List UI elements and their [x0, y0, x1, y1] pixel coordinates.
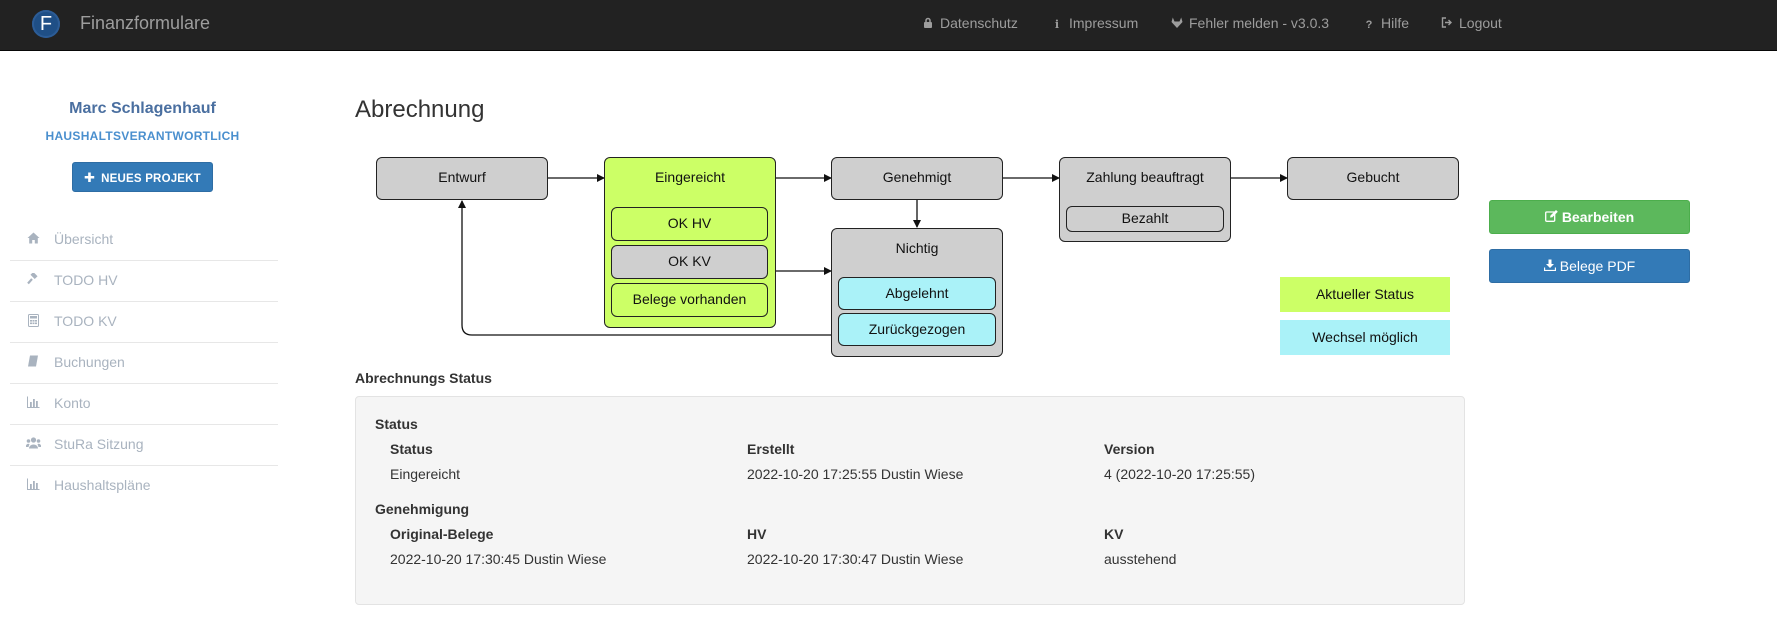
state-entwurf-label: Entwurf [438, 169, 486, 185]
state-nichtig-label: Nichtig [895, 240, 939, 256]
legend-possible-label: Wechsel möglich [1312, 329, 1418, 345]
kv-value: ausstehend [1104, 551, 1177, 567]
substate-belege-vorhanden: Belege vorhanden [611, 283, 768, 317]
substate-ok-hv-label: OK HV [667, 215, 712, 231]
substate-zurueckgezogen-label: Zurückgezogen [868, 321, 966, 337]
belege-pdf-button[interactable]: Belege PDF [1489, 249, 1690, 283]
state-eingereicht-label: Eingereicht [654, 169, 726, 185]
edit-button[interactable]: Bearbeiten [1489, 200, 1690, 234]
state-gebucht-label: Gebucht [1346, 169, 1400, 185]
version-col-value: 4 (2022-10-20 17:25:55) [1104, 466, 1255, 482]
state-genehmigt-label: Genehmigt [882, 169, 952, 185]
legend-current-status: Aktueller Status [1280, 277, 1450, 312]
legend-change-possible: Wechsel möglich [1280, 320, 1450, 355]
status-col-label: Status [390, 441, 433, 457]
belege-pdf-label: Belege PDF [1559, 258, 1636, 274]
substate-ok-kv: OK KV [611, 245, 768, 279]
substate-belege-label: Belege vorhanden [632, 291, 747, 307]
hv-value: 2022-10-20 17:30:47 Dustin Wiese [747, 551, 964, 567]
status-col-value: Eingereicht [390, 466, 461, 482]
substate-abgelehnt[interactable]: Abgelehnt [838, 277, 996, 310]
substate-ok-hv: OK HV [611, 207, 768, 241]
approval-group-title: Genehmigung [375, 501, 470, 517]
state-genehmigt: Genehmigt [831, 157, 1003, 200]
legend-current-label: Aktueller Status [1315, 286, 1415, 302]
status-group-title: Status [375, 416, 418, 432]
substate-bezahlt-label: Bezahlt [1121, 210, 1169, 226]
kv-label: KV [1104, 526, 1124, 542]
created-col-value: 2022-10-20 17:25:55 Dustin Wiese [747, 466, 964, 482]
status-section-heading: Abrechnungs Status [355, 370, 492, 386]
substate-ok-kv-label: OK KV [668, 253, 711, 269]
edit-button-label: Bearbeiten [1561, 209, 1635, 225]
substate-bezahlt: Bezahlt [1066, 206, 1224, 232]
state-gebucht: Gebucht [1287, 157, 1459, 200]
substate-abgelehnt-label: Abgelehnt [885, 285, 949, 301]
hv-label: HV [747, 526, 767, 542]
state-entwurf: Entwurf [376, 157, 548, 200]
original-belege-label: Original-Belege [390, 526, 494, 542]
created-col-label: Erstellt [747, 441, 795, 457]
edit-icon [1544, 202, 1558, 234]
status-panel: Status Status Eingereicht Erstellt 2022-… [355, 396, 1465, 605]
original-belege-value: 2022-10-20 17:30:45 Dustin Wiese [390, 551, 607, 567]
version-col-label: Version [1104, 441, 1155, 457]
download-icon [1543, 251, 1556, 283]
state-zahlung-label: Zahlung beauftragt [1086, 169, 1204, 185]
substate-zurueckgezogen[interactable]: Zurückgezogen [838, 313, 996, 346]
